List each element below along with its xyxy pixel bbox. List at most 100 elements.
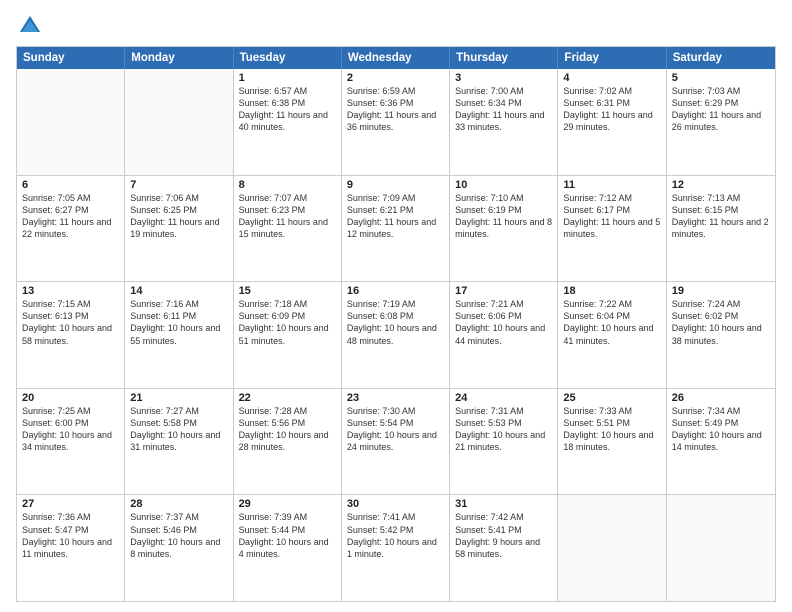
empty-cell-r0c0 — [17, 69, 125, 175]
day-cell-13: 13Sunrise: 7:15 AM Sunset: 6:13 PM Dayli… — [17, 282, 125, 388]
calendar-page: SundayMondayTuesdayWednesdayThursdayFrid… — [0, 0, 792, 612]
day-cell-26: 26Sunrise: 7:34 AM Sunset: 5:49 PM Dayli… — [667, 389, 775, 495]
day-cell-31: 31Sunrise: 7:42 AM Sunset: 5:41 PM Dayli… — [450, 495, 558, 601]
day-number: 5 — [672, 72, 770, 84]
day-cell-17: 17Sunrise: 7:21 AM Sunset: 6:06 PM Dayli… — [450, 282, 558, 388]
day-info: Sunrise: 7:39 AM Sunset: 5:44 PM Dayligh… — [239, 511, 336, 560]
day-cell-1: 1Sunrise: 6:57 AM Sunset: 6:38 PM Daylig… — [234, 69, 342, 175]
day-cell-5: 5Sunrise: 7:03 AM Sunset: 6:29 PM Daylig… — [667, 69, 775, 175]
day-cell-10: 10Sunrise: 7:10 AM Sunset: 6:19 PM Dayli… — [450, 176, 558, 282]
day-number: 19 — [672, 285, 770, 297]
calendar-body: 1Sunrise: 6:57 AM Sunset: 6:38 PM Daylig… — [17, 69, 775, 601]
day-cell-25: 25Sunrise: 7:33 AM Sunset: 5:51 PM Dayli… — [558, 389, 666, 495]
day-number: 15 — [239, 285, 336, 297]
day-number: 14 — [130, 285, 227, 297]
day-cell-29: 29Sunrise: 7:39 AM Sunset: 5:44 PM Dayli… — [234, 495, 342, 601]
day-cell-8: 8Sunrise: 7:07 AM Sunset: 6:23 PM Daylig… — [234, 176, 342, 282]
header-day-thursday: Thursday — [450, 47, 558, 69]
day-cell-21: 21Sunrise: 7:27 AM Sunset: 5:58 PM Dayli… — [125, 389, 233, 495]
day-info: Sunrise: 7:41 AM Sunset: 5:42 PM Dayligh… — [347, 511, 444, 560]
day-cell-3: 3Sunrise: 7:00 AM Sunset: 6:34 PM Daylig… — [450, 69, 558, 175]
day-number: 18 — [563, 285, 660, 297]
day-info: Sunrise: 7:27 AM Sunset: 5:58 PM Dayligh… — [130, 405, 227, 454]
day-info: Sunrise: 7:00 AM Sunset: 6:34 PM Dayligh… — [455, 85, 552, 134]
day-cell-11: 11Sunrise: 7:12 AM Sunset: 6:17 PM Dayli… — [558, 176, 666, 282]
day-cell-23: 23Sunrise: 7:30 AM Sunset: 5:54 PM Dayli… — [342, 389, 450, 495]
day-cell-4: 4Sunrise: 7:02 AM Sunset: 6:31 PM Daylig… — [558, 69, 666, 175]
calendar: SundayMondayTuesdayWednesdayThursdayFrid… — [16, 46, 776, 602]
day-info: Sunrise: 7:30 AM Sunset: 5:54 PM Dayligh… — [347, 405, 444, 454]
day-number: 26 — [672, 392, 770, 404]
day-number: 6 — [22, 179, 119, 191]
day-cell-15: 15Sunrise: 7:18 AM Sunset: 6:09 PM Dayli… — [234, 282, 342, 388]
header-day-tuesday: Tuesday — [234, 47, 342, 69]
day-number: 31 — [455, 498, 552, 510]
day-cell-18: 18Sunrise: 7:22 AM Sunset: 6:04 PM Dayli… — [558, 282, 666, 388]
day-info: Sunrise: 7:19 AM Sunset: 6:08 PM Dayligh… — [347, 298, 444, 347]
day-number: 20 — [22, 392, 119, 404]
day-info: Sunrise: 7:25 AM Sunset: 6:00 PM Dayligh… — [22, 405, 119, 454]
day-number: 11 — [563, 179, 660, 191]
day-info: Sunrise: 7:42 AM Sunset: 5:41 PM Dayligh… — [455, 511, 552, 560]
logo-icon — [16, 12, 44, 40]
day-info: Sunrise: 7:37 AM Sunset: 5:46 PM Dayligh… — [130, 511, 227, 560]
day-cell-30: 30Sunrise: 7:41 AM Sunset: 5:42 PM Dayli… — [342, 495, 450, 601]
logo — [16, 12, 48, 40]
day-cell-27: 27Sunrise: 7:36 AM Sunset: 5:47 PM Dayli… — [17, 495, 125, 601]
day-cell-2: 2Sunrise: 6:59 AM Sunset: 6:36 PM Daylig… — [342, 69, 450, 175]
day-number: 2 — [347, 72, 444, 84]
day-cell-9: 9Sunrise: 7:09 AM Sunset: 6:21 PM Daylig… — [342, 176, 450, 282]
empty-cell-r0c1 — [125, 69, 233, 175]
day-info: Sunrise: 7:18 AM Sunset: 6:09 PM Dayligh… — [239, 298, 336, 347]
empty-cell-r4c5 — [558, 495, 666, 601]
day-cell-12: 12Sunrise: 7:13 AM Sunset: 6:15 PM Dayli… — [667, 176, 775, 282]
day-info: Sunrise: 7:13 AM Sunset: 6:15 PM Dayligh… — [672, 192, 770, 241]
day-info: Sunrise: 7:07 AM Sunset: 6:23 PM Dayligh… — [239, 192, 336, 241]
day-number: 21 — [130, 392, 227, 404]
header-day-wednesday: Wednesday — [342, 47, 450, 69]
day-info: Sunrise: 7:33 AM Sunset: 5:51 PM Dayligh… — [563, 405, 660, 454]
day-number: 4 — [563, 72, 660, 84]
day-number: 25 — [563, 392, 660, 404]
day-info: Sunrise: 7:09 AM Sunset: 6:21 PM Dayligh… — [347, 192, 444, 241]
day-info: Sunrise: 7:28 AM Sunset: 5:56 PM Dayligh… — [239, 405, 336, 454]
day-info: Sunrise: 6:59 AM Sunset: 6:36 PM Dayligh… — [347, 85, 444, 134]
day-cell-16: 16Sunrise: 7:19 AM Sunset: 6:08 PM Dayli… — [342, 282, 450, 388]
day-number: 24 — [455, 392, 552, 404]
day-number: 23 — [347, 392, 444, 404]
day-cell-19: 19Sunrise: 7:24 AM Sunset: 6:02 PM Dayli… — [667, 282, 775, 388]
day-info: Sunrise: 7:36 AM Sunset: 5:47 PM Dayligh… — [22, 511, 119, 560]
day-info: Sunrise: 7:12 AM Sunset: 6:17 PM Dayligh… — [563, 192, 660, 241]
calendar-row-2: 13Sunrise: 7:15 AM Sunset: 6:13 PM Dayli… — [17, 281, 775, 388]
calendar-row-1: 6Sunrise: 7:05 AM Sunset: 6:27 PM Daylig… — [17, 175, 775, 282]
day-number: 3 — [455, 72, 552, 84]
day-number: 1 — [239, 72, 336, 84]
header-day-friday: Friday — [558, 47, 666, 69]
day-number: 27 — [22, 498, 119, 510]
day-number: 16 — [347, 285, 444, 297]
day-number: 13 — [22, 285, 119, 297]
day-info: Sunrise: 7:15 AM Sunset: 6:13 PM Dayligh… — [22, 298, 119, 347]
day-info: Sunrise: 7:03 AM Sunset: 6:29 PM Dayligh… — [672, 85, 770, 134]
day-info: Sunrise: 7:34 AM Sunset: 5:49 PM Dayligh… — [672, 405, 770, 454]
day-info: Sunrise: 7:10 AM Sunset: 6:19 PM Dayligh… — [455, 192, 552, 241]
day-number: 17 — [455, 285, 552, 297]
day-info: Sunrise: 7:02 AM Sunset: 6:31 PM Dayligh… — [563, 85, 660, 134]
day-info: Sunrise: 7:16 AM Sunset: 6:11 PM Dayligh… — [130, 298, 227, 347]
day-cell-24: 24Sunrise: 7:31 AM Sunset: 5:53 PM Dayli… — [450, 389, 558, 495]
calendar-row-0: 1Sunrise: 6:57 AM Sunset: 6:38 PM Daylig… — [17, 69, 775, 175]
calendar-row-4: 27Sunrise: 7:36 AM Sunset: 5:47 PM Dayli… — [17, 494, 775, 601]
day-info: Sunrise: 6:57 AM Sunset: 6:38 PM Dayligh… — [239, 85, 336, 134]
header-day-sunday: Sunday — [17, 47, 125, 69]
day-cell-14: 14Sunrise: 7:16 AM Sunset: 6:11 PM Dayli… — [125, 282, 233, 388]
empty-cell-r4c6 — [667, 495, 775, 601]
day-number: 7 — [130, 179, 227, 191]
day-number: 29 — [239, 498, 336, 510]
day-cell-6: 6Sunrise: 7:05 AM Sunset: 6:27 PM Daylig… — [17, 176, 125, 282]
day-number: 8 — [239, 179, 336, 191]
day-info: Sunrise: 7:06 AM Sunset: 6:25 PM Dayligh… — [130, 192, 227, 241]
day-number: 22 — [239, 392, 336, 404]
day-info: Sunrise: 7:05 AM Sunset: 6:27 PM Dayligh… — [22, 192, 119, 241]
day-cell-7: 7Sunrise: 7:06 AM Sunset: 6:25 PM Daylig… — [125, 176, 233, 282]
day-info: Sunrise: 7:22 AM Sunset: 6:04 PM Dayligh… — [563, 298, 660, 347]
